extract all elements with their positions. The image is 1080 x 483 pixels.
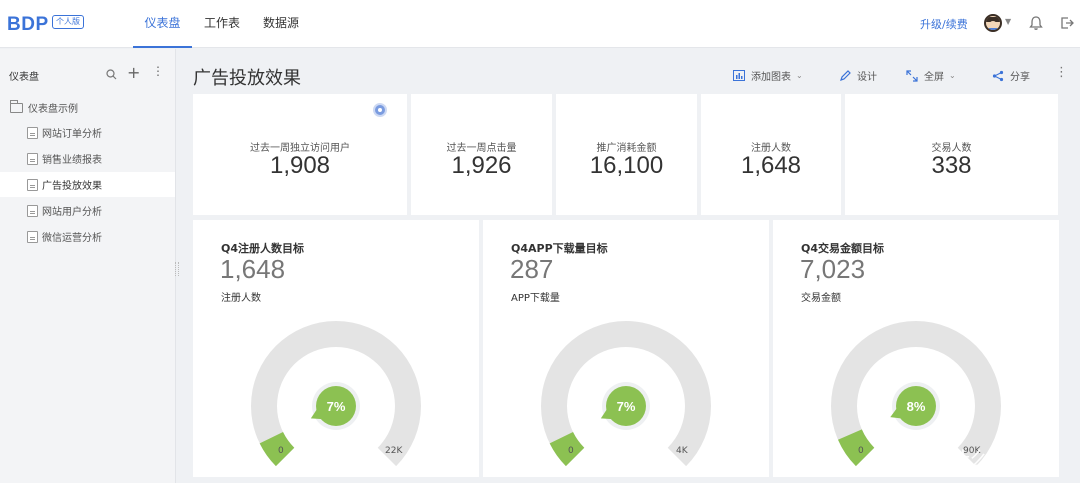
chevron-down-icon: ⌄ [796, 71, 803, 80]
gauge-min-label: 0 [858, 446, 864, 456]
sidebar-item-sales-report[interactable]: 销售业绩报表 [0, 146, 175, 171]
gauge-min-label: 0 [278, 446, 284, 456]
sidebar-title: 仪表盘 [9, 72, 39, 83]
sidebar-item-site-orders[interactable]: 网站订单分析 [0, 120, 175, 145]
more-vertical-icon[interactable]: ⋮ [152, 64, 164, 78]
fullscreen-label: 全屏 [924, 72, 944, 83]
dashboard-doc-icon [27, 126, 38, 139]
sidebar-item-label: 广告投放效果 [42, 181, 102, 192]
chevron-down-icon: ⌄ [949, 71, 956, 80]
gauge-subtitle: APP下载量 [511, 293, 560, 304]
bdp-logo[interactable]: BDP [7, 14, 49, 36]
kpi-value: 1,908 [269, 152, 331, 179]
kpi-card-unique-visitors[interactable]: 过去一周独立访问用户 1,908 [193, 94, 407, 215]
tab-dashboard[interactable]: 仪表盘 [133, 0, 192, 48]
dashboard-doc-icon [27, 152, 38, 165]
search-icon[interactable] [106, 69, 117, 80]
add-chart-button[interactable]: 添加图表 ⌄ [733, 68, 803, 83]
sidebar-resize-handle[interactable] [175, 262, 179, 276]
kpi-card-buyers[interactable]: 交易人数 338 [845, 94, 1058, 215]
tab-datasource[interactable]: 数据源 [254, 0, 308, 48]
edition-badge: 个人版 [52, 15, 84, 29]
bell-icon[interactable] [1027, 14, 1045, 32]
upgrade-link[interactable]: 升级/续费 [920, 16, 968, 32]
page-title: 广告投放效果 [193, 68, 301, 89]
dashboard-doc-icon [27, 178, 38, 191]
gauge-max-label: 22K [385, 446, 403, 456]
more-vertical-icon[interactable]: ⋮ [1055, 65, 1068, 80]
top-nav-bar: BDP 个人版 仪表盘 工作表 数据源 升级/续费 ▼ [0, 0, 1080, 48]
gauge-max-label: 4K [676, 446, 688, 456]
user-menu-caret-icon[interactable]: ▼ [1005, 17, 1011, 26]
add-icon[interactable]: + [127, 63, 140, 82]
kpi-card-clicks[interactable]: 过去一周点击量 1,926 [411, 94, 552, 215]
kpi-value: 1,926 [451, 152, 512, 179]
design-label: 设计 [857, 72, 877, 83]
share-icon [992, 70, 1004, 81]
watermark-text: 什么值得买 [950, 446, 1050, 471]
dashboard-doc-icon [27, 204, 38, 217]
watermark-badge: 值 [918, 444, 944, 470]
design-button[interactable]: 设计 [839, 68, 877, 83]
kpi-value: 16,100 [589, 152, 664, 179]
share-label: 分享 [1010, 72, 1030, 83]
sidebar: 仪表盘 + ⋮ 仪表盘示例 网站订单分析 销售业绩报表 广告投放效果 网站用户分… [0, 49, 176, 483]
folder-icon [10, 99, 23, 113]
folder-dashboard-examples[interactable]: 仪表盘示例 [0, 95, 175, 120]
gauge-subtitle: 交易金额 [801, 293, 841, 304]
gauge-percent-label: 7% [617, 399, 636, 414]
logout-icon[interactable] [1058, 14, 1076, 32]
gauge-percent-label: 8% [907, 399, 926, 414]
add-chart-label: 添加图表 [751, 72, 791, 83]
sidebar-item-site-users[interactable]: 网站用户分析 [0, 198, 175, 223]
gauge-min-label: 0 [568, 446, 574, 456]
sidebar-item-label: 销售业绩报表 [42, 155, 102, 166]
gauge-value: 7,023 [800, 254, 866, 284]
sidebar-item-wechat-ops[interactable]: 微信运营分析 [0, 224, 175, 249]
gauge-percent-label: 7% [327, 399, 346, 414]
expand-icon [906, 69, 918, 82]
kpi-value: 338 [931, 152, 972, 179]
gauge-value: 287 [510, 254, 554, 284]
bar-chart-icon [733, 70, 745, 81]
avatar-face-icon [986, 17, 1000, 30]
gauge-card-app-downloads[interactable]: 7% Q4APP下载量目标 287 APP下载量 0 4K [483, 220, 769, 477]
sidebar-item-label: 网站订单分析 [42, 129, 102, 140]
sidebar-item-ad-performance[interactable]: 广告投放效果 [0, 172, 175, 197]
kpi-card-ad-spend[interactable]: 推广消耗金额 16,100 [556, 94, 697, 215]
pin-icon[interactable] [373, 103, 387, 117]
user-avatar[interactable] [984, 14, 1002, 32]
gauge-card-transaction-amount[interactable]: 8% Q4交易金额目标 7,023 交易金额 0 90K [773, 220, 1059, 477]
gauge-value: 1,648 [220, 254, 286, 284]
fullscreen-button[interactable]: 全屏 ⌄ [906, 68, 956, 83]
pencil-icon [840, 69, 851, 81]
share-button[interactable]: 分享 [992, 68, 1030, 83]
watermark: 值 什么值得买 [918, 441, 1078, 473]
folder-label: 仪表盘示例 [28, 104, 78, 115]
dashboard-doc-icon [27, 230, 38, 243]
gauge-card-registrations[interactable]: 7% Q4注册人数目标 1,648 注册人数 0 22K [193, 220, 479, 477]
tab-worksheet[interactable]: 工作表 [195, 0, 249, 48]
kpi-value: 1,648 [740, 152, 802, 179]
kpi-card-registrations[interactable]: 注册人数 1,648 [701, 94, 841, 215]
gauge-subtitle: 注册人数 [221, 293, 261, 304]
sidebar-item-label: 微信运营分析 [42, 233, 102, 244]
sidebar-item-label: 网站用户分析 [42, 207, 102, 218]
